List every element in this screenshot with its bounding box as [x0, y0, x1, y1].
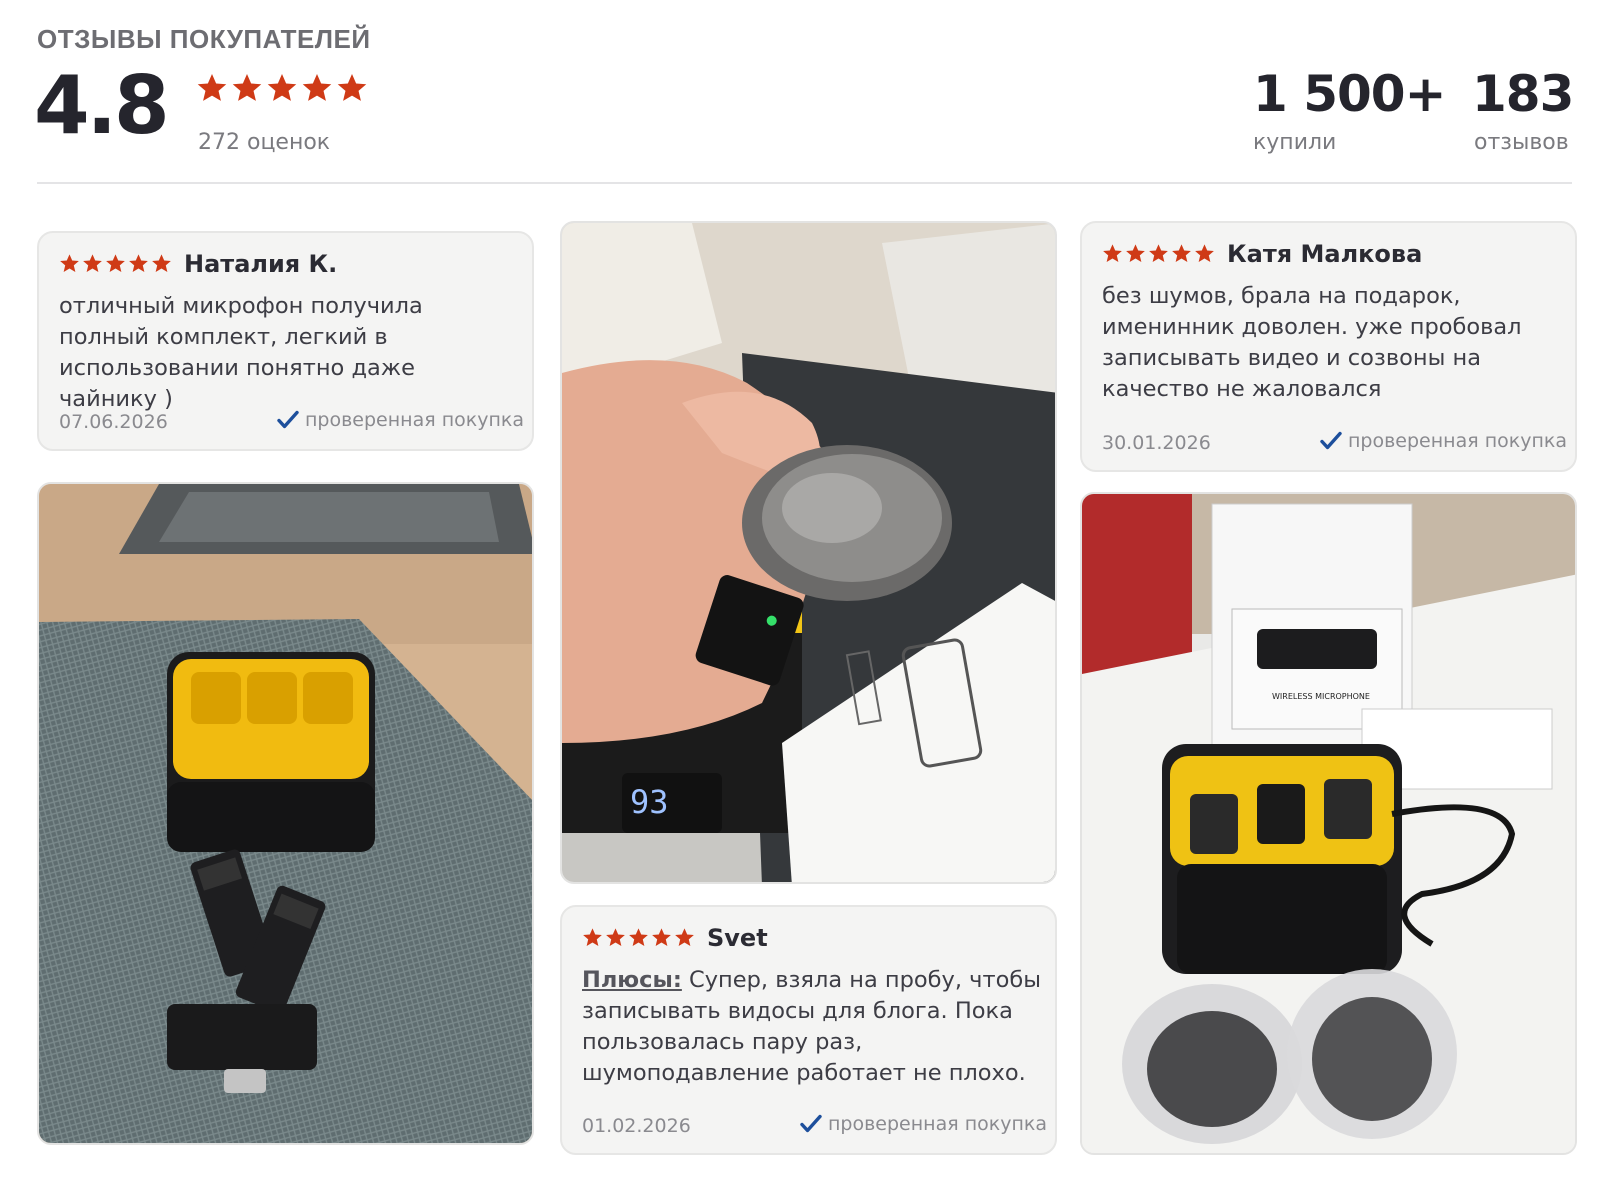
- star-icon: [582, 927, 603, 948]
- review-date: 30.01.2026: [1102, 432, 1211, 454]
- star-icon: [651, 927, 672, 948]
- rating-count[interactable]: 272 оценок: [198, 130, 330, 155]
- star-icon: [1171, 243, 1192, 264]
- review-stars: [59, 253, 172, 274]
- review-text: без шумов, брала на подарок, именинник д…: [1102, 283, 1522, 402]
- section-title: ОТЗЫВЫ ПОКУПАТЕЛЕЙ: [37, 24, 371, 54]
- review-author: Наталия К.: [184, 250, 338, 278]
- review-photo[interactable]: 93: [560, 221, 1057, 884]
- verified-purchase: проверенная покупка: [800, 1113, 1047, 1135]
- bought-label: купили: [1253, 130, 1337, 155]
- review-stars: [1102, 243, 1215, 264]
- check-icon: [277, 410, 299, 430]
- star-icon: [105, 253, 126, 274]
- reviews-stat[interactable]: 183 отзывов: [1472, 62, 1574, 155]
- bought-stat: 1 500+ купили: [1253, 62, 1446, 155]
- star-icon: [196, 72, 228, 104]
- star-icon: [151, 253, 172, 274]
- review-author: Svet: [707, 924, 768, 952]
- header-divider: [37, 182, 1572, 184]
- star-icon: [231, 72, 263, 104]
- review-date: 01.02.2026: [582, 1115, 691, 1137]
- star-icon: [628, 927, 649, 948]
- review-text: отличный микрофон получила полный компле…: [59, 293, 423, 412]
- star-icon: [301, 72, 333, 104]
- star-icon: [82, 253, 103, 274]
- verified-label: проверенная покупка: [305, 409, 525, 431]
- display-digits: 93: [630, 783, 669, 821]
- average-rating: 4.8: [34, 59, 170, 152]
- reviews-label: отзывов: [1474, 130, 1569, 155]
- review-card[interactable]: Катя Малкова без шумов, брала на подарок…: [1080, 221, 1577, 472]
- review-photo[interactable]: WIRELESS MICROPHONE: [1080, 492, 1577, 1155]
- verified-label: проверенная покупка: [828, 1113, 1048, 1135]
- star-icon: [674, 927, 695, 948]
- verified-purchase: проверенная покупка: [277, 409, 524, 431]
- review-photo[interactable]: [37, 482, 534, 1145]
- verified-label: проверенная покупка: [1348, 430, 1568, 452]
- rating-stars: [196, 72, 368, 104]
- check-icon: [800, 1114, 822, 1134]
- review-author: Катя Малкова: [1227, 240, 1423, 268]
- review-text: Плюсы: Супер, взяла на пробу, чтобы запи…: [582, 965, 1042, 1089]
- star-icon: [1148, 243, 1169, 264]
- star-icon: [336, 72, 368, 104]
- review-date: 07.06.2026: [59, 411, 168, 433]
- star-icon: [266, 72, 298, 104]
- verified-purchase: проверенная покупка: [1320, 430, 1567, 452]
- reviews-value: 183: [1472, 65, 1574, 123]
- review-card[interactable]: Svet Плюсы: Супер, взяла на пробу, чтобы…: [560, 905, 1057, 1155]
- review-stars: [582, 927, 695, 948]
- star-icon: [1194, 243, 1215, 264]
- bought-value: 1 500+: [1253, 65, 1446, 123]
- check-icon: [1320, 431, 1342, 451]
- review-card[interactable]: Наталия К. отличный микрофон получила по…: [37, 231, 534, 451]
- box-label: WIRELESS MICROPHONE: [1272, 692, 1370, 701]
- star-icon: [59, 253, 80, 274]
- pros-label: Плюсы:: [582, 967, 682, 993]
- star-icon: [605, 927, 626, 948]
- star-icon: [128, 253, 149, 274]
- star-icon: [1125, 243, 1146, 264]
- star-icon: [1102, 243, 1123, 264]
